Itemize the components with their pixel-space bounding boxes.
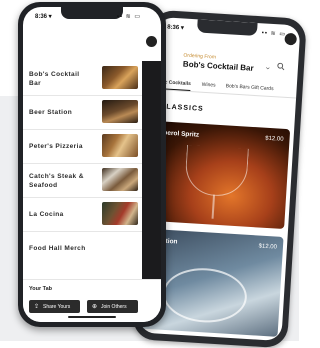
share-yours-label: Share Yours (43, 304, 71, 310)
tab-wines[interactable]: Wines (202, 82, 216, 89)
join-icon: ⊕ (92, 304, 98, 310)
venue-thumbnail-image (102, 168, 138, 191)
venue-row[interactable]: La Cocina (23, 197, 142, 232)
venue-list-screen: 8:36 ▾ ▪▪ ≋ ▭ Bob's Cocktail Bar Beer St… (23, 7, 161, 322)
venue-row[interactable]: Peter's Pizzeria (23, 129, 142, 164)
venue-thumbnail-image (102, 100, 138, 123)
venue-name: Catch's Steak & Seafood (29, 173, 84, 189)
your-tab-title: Your Tab (29, 286, 53, 292)
venue-name: Bob's Cocktail Bar (29, 71, 80, 87)
venue-name: Food Hall Merch (29, 245, 86, 252)
share-yours-button[interactable]: ⇪ Share Yours (29, 300, 80, 313)
venue-name: Peter's Pizzeria (29, 143, 83, 150)
status-time: 8:36 ▾ (166, 24, 184, 32)
phone-notch (196, 19, 258, 37)
venue-title: Bob's Cocktail Bar (182, 59, 254, 73)
status-time: 8:36 ▾ (35, 14, 52, 20)
home-indicator (68, 316, 116, 318)
profile-avatar-icon[interactable] (284, 32, 298, 46)
status-icons: ▪▪ ≋ ▭ (116, 14, 141, 20)
venue-row[interactable]: Food Hall Merch (23, 231, 142, 265)
cocktail-glass-stem (211, 194, 216, 219)
venue-thumbnail-image (102, 66, 138, 89)
profile-avatar-icon[interactable] (146, 36, 157, 47)
background-overlay (142, 61, 161, 296)
venue-name: La Cocina (29, 211, 64, 218)
menu-item-price: $12.00 (258, 243, 278, 251)
venue-thumbnail-image (102, 134, 138, 157)
join-others-label: Join Others (101, 304, 127, 310)
venue-row[interactable]: Beer Station (23, 95, 142, 130)
join-others-button[interactable]: ⊕ Join Others (87, 300, 138, 313)
venue-name: Beer Station (29, 109, 73, 116)
search-icon[interactable] (277, 62, 285, 71)
cocktail-photo-image (161, 265, 249, 325)
section-heading: CLASSICS (160, 103, 204, 113)
menu-item-card[interactable]: Aperol Spritz $12.00 (147, 120, 291, 230)
share-icon: ⇪ (34, 304, 40, 310)
venue-dropdown-chevron-icon[interactable]: › (264, 67, 273, 70)
venue-row[interactable]: Catch's Steak & Seafood (23, 163, 142, 198)
cocktail-glass-image (184, 144, 249, 198)
phone-notch (61, 7, 123, 19)
venue-row[interactable]: Bob's Cocktail Bar (23, 61, 142, 96)
tab-gift-cards[interactable]: Bob's Bars Gift Cards (225, 83, 273, 92)
tab-footer: Your Tab ⇪ Share Yours ⊕ Join Others (23, 279, 161, 322)
venue-list-phone: 8:36 ▾ ▪▪ ≋ ▭ Bob's Cocktail Bar Beer St… (18, 2, 166, 327)
venue-thumbnail-image (102, 202, 138, 225)
menu-item-price: $12.00 (265, 135, 284, 143)
status-icons: ▪▪ ≋ ▭ (261, 30, 287, 38)
category-tabs: Classic Cocktails Wines Bob's Bars Gift … (149, 74, 297, 99)
